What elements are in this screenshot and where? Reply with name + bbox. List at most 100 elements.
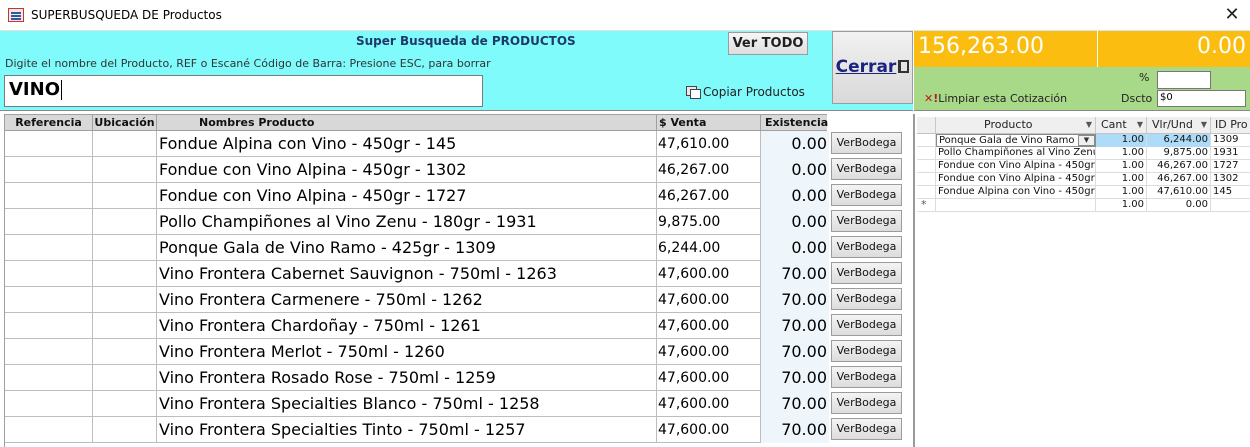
quote-cell-cant[interactable]: 1.00 [1096,147,1147,160]
quote-cell-vlr[interactable]: 47,610.00 [1147,186,1211,199]
quote-cell-producto[interactable]: Fondue con Vino Alpina - 450gr [936,173,1096,186]
quote-row[interactable]: Fondue con Vino Alpina - 450gr 1.00 46,267… [917,160,1250,173]
quote-cell-id[interactable]: 1302 [1211,173,1250,186]
row-selector[interactable] [917,173,936,186]
cell-existencia[interactable]: 0.00 [761,209,829,235]
cell-venta[interactable]: 47,600.00 [657,391,761,417]
cell-existencia[interactable]: 0.00 [761,183,829,209]
cell-ubicacion[interactable] [93,339,157,365]
ver-bodega-button[interactable]: VerBodega [831,132,902,154]
quote-row[interactable]: Pollo Champiñones al Vino Zenu -1.00 9,87… [917,147,1250,160]
cell-existencia[interactable]: 70.00 [761,391,829,417]
quote-cell-cant[interactable]: 1.00 [1096,173,1147,186]
ver-bodega-button[interactable]: VerBodega [831,314,902,336]
cell-existencia[interactable]: 0.00 [761,131,829,157]
quote-cell-cant[interactable]: 1.00 [1096,186,1147,199]
cell-ubicacion[interactable] [93,209,157,235]
cell-nombre-producto[interactable]: Fondue Alpina con Vino - 450gr - 145 [157,131,657,157]
cell-existencia[interactable]: 0.00 [761,157,829,183]
header-nombres-producto[interactable]: Nombres Producto [157,115,657,131]
cell-nombre-producto[interactable]: Vino Frontera Cabernet Sauvignon - 750ml… [157,261,657,287]
quote-cell-producto[interactable] [936,199,1096,212]
combo-dropdown-icon[interactable]: ▼ [1078,135,1095,146]
cell-ubicacion[interactable] [93,365,157,391]
ver-bodega-button[interactable]: VerBodega [831,158,902,180]
quote-cell-id[interactable]: 1309 [1211,134,1250,147]
cell-referencia[interactable] [5,313,93,339]
quote-header-cant[interactable]: Cant ▼ [1096,117,1147,133]
row-selector[interactable] [917,134,936,147]
quote-cell-cant[interactable]: 1.00 [1096,134,1147,147]
cell-referencia[interactable] [5,287,93,313]
quote-cell-id[interactable]: 145 [1211,186,1250,199]
cell-referencia[interactable] [5,261,93,287]
quote-row[interactable]: Ponque Gala de Vino Ramo - 4 ▼ 1.00 6,244.0… [917,134,1250,147]
cell-existencia[interactable]: 70.00 [761,339,829,365]
cell-venta[interactable]: 47,600.00 [657,287,761,313]
copiar-productos-button[interactable]: Copiar Productos [686,85,805,99]
ver-bodega-button[interactable]: VerBodega [831,288,902,310]
dscto-input[interactable]: $0 [1157,90,1246,107]
cell-ubicacion[interactable] [93,391,157,417]
ver-bodega-button[interactable]: VerBodega [831,392,902,414]
ver-todo-button[interactable]: Ver TODO [728,32,808,55]
ver-bodega-button[interactable]: VerBodega [831,184,902,206]
row-selector[interactable] [917,147,936,160]
header-venta[interactable]: $ Venta [657,115,761,131]
cell-venta[interactable]: 47,600.00 [657,261,761,287]
cell-nombre-producto[interactable]: Vino Frontera Rosado Rose - 750ml - 1259 [157,365,657,391]
cell-referencia[interactable] [5,157,93,183]
product-row[interactable]: Vino Frontera Specialties Tinto - 750ml … [5,417,902,443]
cell-existencia[interactable]: 70.00 [761,417,829,443]
quote-header-id[interactable]: ID Pro [1211,117,1250,133]
cell-referencia[interactable] [5,183,93,209]
product-row[interactable]: Fondue con Vino Alpina - 450gr - 1302 46,… [5,157,902,183]
row-selector[interactable] [917,186,936,199]
close-window-button[interactable]: ✕ [1214,0,1250,31]
quote-cell-vlr[interactable]: 46,267.00 [1147,160,1211,173]
quote-cell-id[interactable]: 1727 [1211,160,1250,173]
cell-referencia[interactable] [5,339,93,365]
quote-row[interactable]: Fondue Alpina con Vino - 450gr 1.00 47,610… [917,186,1250,199]
limpiar-cotizacion-button[interactable]: ✕!Limpiar esta Cotización [924,92,1067,105]
quote-cell-producto[interactable]: Ponque Gala de Vino Ramo - 4 ▼ [936,134,1096,147]
quote-new-row[interactable]: * 1.00 0.00 [917,199,1250,212]
cell-venta[interactable]: 46,267.00 [657,157,761,183]
cell-referencia[interactable] [5,235,93,261]
product-row[interactable]: Vino Frontera Carmenere - 750ml - 1262 47… [5,287,902,313]
search-input[interactable]: VINO [4,75,483,107]
ver-bodega-button[interactable]: VerBodega [831,210,902,232]
cell-venta[interactable]: 47,600.00 [657,313,761,339]
quote-cell-vlr[interactable]: 9,875.00 [1147,147,1211,160]
cell-venta[interactable]: 47,600.00 [657,339,761,365]
quote-header-vlr[interactable]: Vlr/Und ▼ [1147,117,1211,133]
cell-existencia[interactable]: 0.00 [761,235,829,261]
cell-venta[interactable]: 47,600.00 [657,365,761,391]
quote-row[interactable]: Fondue con Vino Alpina - 450gr 1.00 46,267… [917,173,1250,186]
cell-ubicacion[interactable] [93,235,157,261]
ver-bodega-button[interactable]: VerBodega [831,262,902,284]
quote-cell-id[interactable]: 1931 [1211,147,1250,160]
cell-referencia[interactable] [5,391,93,417]
product-row[interactable]: Vino Frontera Cabernet Sauvignon - 750ml… [5,261,902,287]
product-row[interactable]: Fondue Alpina con Vino - 450gr - 145 47,6… [5,131,902,157]
product-row[interactable]: Vino Frontera Chardoñay - 750ml - 1261 47… [5,313,902,339]
cell-nombre-producto[interactable]: Vino Frontera Specialties Tinto - 750ml … [157,417,657,443]
cell-referencia[interactable] [5,365,93,391]
cell-nombre-producto[interactable]: Pollo Champiñones al Vino Zenu - 180gr -… [157,209,657,235]
cell-venta[interactable]: 6,244.00 [657,235,761,261]
ver-bodega-button[interactable]: VerBodega [831,236,902,258]
product-row[interactable]: Vino Frontera Rosado Rose - 750ml - 1259… [5,365,902,391]
cell-ubicacion[interactable] [93,417,157,443]
product-row[interactable]: Pollo Champiñones al Vino Zenu - 180gr -… [5,209,902,235]
cell-nombre-producto[interactable]: Vino Frontera Carmenere - 750ml - 1262 [157,287,657,313]
cell-existencia[interactable]: 70.00 [761,287,829,313]
quote-select-all[interactable] [917,117,936,133]
cell-existencia[interactable]: 70.00 [761,261,829,287]
header-referencia[interactable]: Referencia [5,115,93,131]
cell-nombre-producto[interactable]: Vino Frontera Merlot - 750ml - 1260 [157,339,657,365]
header-ubicacion[interactable]: Ubicación [93,115,157,131]
product-row[interactable]: Vino Frontera Specialties Blanco - 750ml… [5,391,902,417]
cell-nombre-producto[interactable]: Vino Frontera Specialties Blanco - 750ml… [157,391,657,417]
quote-cell-cant[interactable]: 1.00 [1096,160,1147,173]
